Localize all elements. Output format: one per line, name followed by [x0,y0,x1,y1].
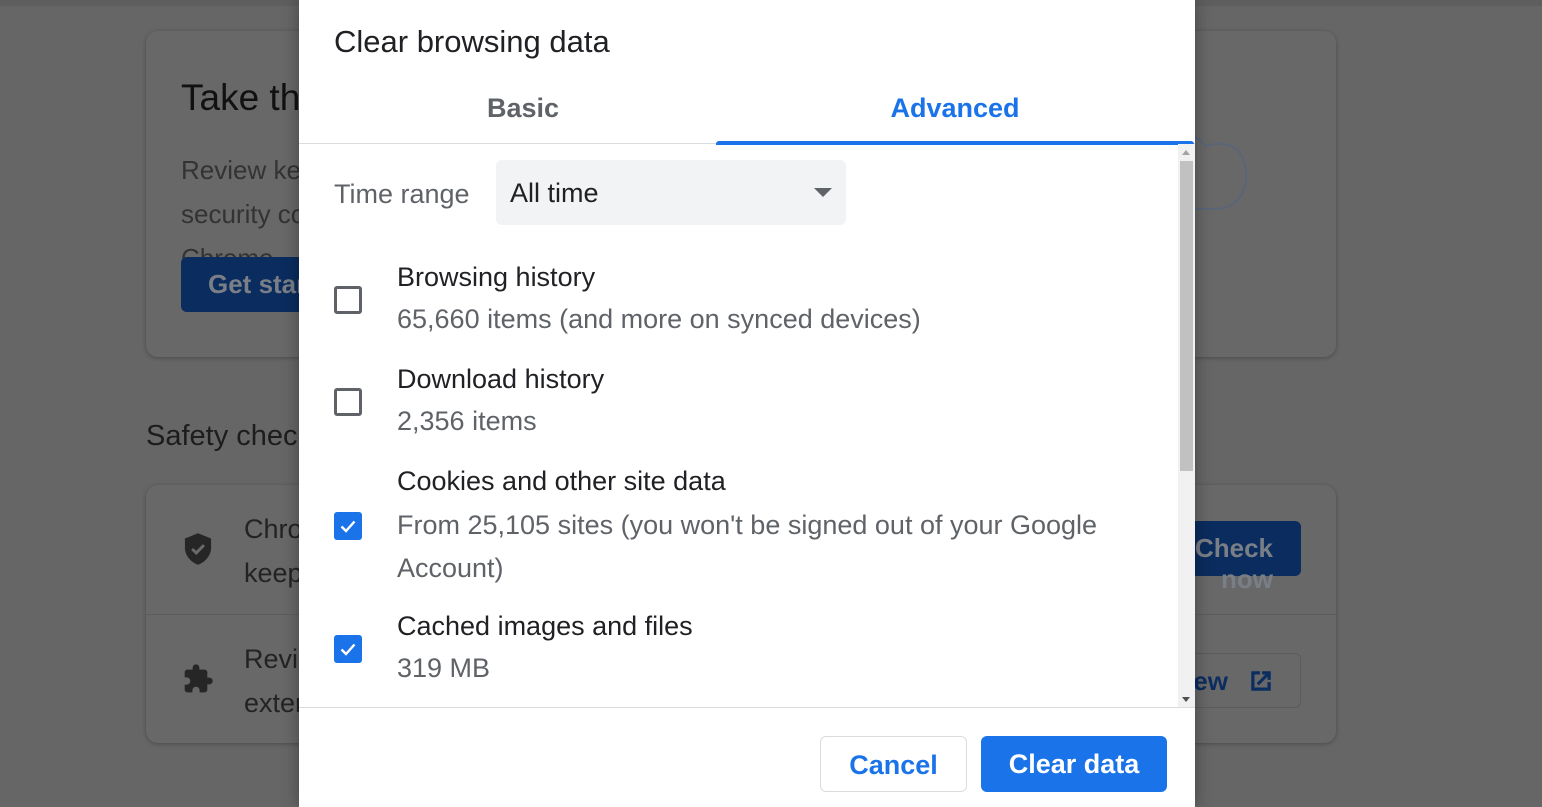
tab-basic[interactable]: Basic [299,78,747,143]
dialog-footer: Cancel Clear data [299,707,1195,807]
cookies-checkbox[interactable] [334,512,362,540]
external-link-icon [1251,671,1271,691]
checkbox-description: 65,660 items (and more on synced devices… [397,304,921,334]
scrollbar[interactable] [1178,144,1195,708]
checkbox-description: 319 MB [397,653,491,683]
clear-data-button[interactable]: Clear data [981,736,1167,792]
safety-check-heading: Safety check [146,420,313,452]
checkbox-label: Cookies and other site data [397,466,726,496]
shield-check-icon [184,533,212,565]
cancel-button[interactable]: Cancel [820,736,967,792]
browsing-history-checkbox[interactable] [334,286,362,314]
checkbox-label: Cached images and files [397,611,693,641]
dialog-body: Time range All time Browsing history 65,… [299,144,1195,708]
time-range-label: Time range [334,179,470,209]
dialog-title: Clear browsing data [334,24,610,59]
scroll-down-arrow-icon[interactable] [1182,697,1190,702]
puzzle-extension-icon [184,664,213,693]
time-range-select[interactable]: All time [496,160,846,225]
checkmark-icon [340,520,356,533]
scroll-thumb[interactable] [1180,161,1193,471]
checkmark-icon [340,643,356,656]
tab-bar: Basic Advanced [299,78,1195,145]
checkbox-label: Download history [397,364,605,394]
tab-advanced[interactable]: Advanced [716,78,1194,145]
checkbox-description: 2,356 items [397,406,537,436]
cached-images-checkbox[interactable] [334,635,362,663]
checkbox-description: From 25,105 sites (you won't be signed o… [397,510,1098,583]
dropdown-arrow-icon [814,188,832,197]
download-history-checkbox[interactable] [334,388,362,416]
clear-browsing-data-dialog: Clear browsing data Basic Advanced Time … [299,0,1195,807]
scroll-up-arrow-icon[interactable] [1182,150,1190,155]
time-range-value: All time [510,178,599,208]
checkbox-label: Browsing history [397,262,596,292]
